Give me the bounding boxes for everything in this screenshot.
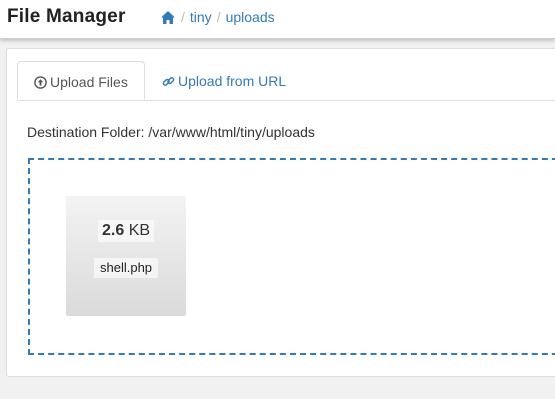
- breadcrumb-item-tiny[interactable]: tiny: [190, 9, 212, 25]
- breadcrumb-separator: /: [216, 9, 221, 25]
- uploaded-file-preview[interactable]: 2.6 KB shell.php: [66, 196, 186, 316]
- home-icon[interactable]: [160, 10, 176, 25]
- upload-dropzone[interactable]: 2.6 KB shell.php: [28, 158, 555, 355]
- arrow-circle-up-icon: [34, 76, 47, 92]
- link-icon: [162, 75, 175, 91]
- file-size-value: 2.6: [102, 222, 125, 239]
- tab-label: Upload from URL: [178, 73, 287, 89]
- destination-folder-label: Destination Folder: /var/www/html/tiny/u…: [27, 124, 315, 140]
- tab-label: Upload Files: [50, 74, 128, 90]
- file-name: shell.php: [94, 258, 159, 278]
- tab-upload-files[interactable]: Upload Files: [17, 61, 145, 100]
- breadcrumb: / tiny / uploads: [160, 9, 275, 25]
- upload-tabs: Upload Files Upload from URL: [17, 61, 555, 101]
- tab-upload-from-url[interactable]: Upload from URL: [145, 61, 302, 100]
- upload-panel: Upload Files Upload from URL Destination…: [6, 48, 555, 377]
- breadcrumb-item-uploads[interactable]: uploads: [226, 9, 275, 25]
- file-size: 2.6 KB: [98, 220, 155, 242]
- top-navbar: File Manager / tiny / uploads: [0, 0, 555, 39]
- breadcrumb-separator: /: [181, 9, 185, 25]
- app-brand[interactable]: File Manager: [7, 6, 126, 28]
- file-size-unit: KB: [128, 222, 151, 239]
